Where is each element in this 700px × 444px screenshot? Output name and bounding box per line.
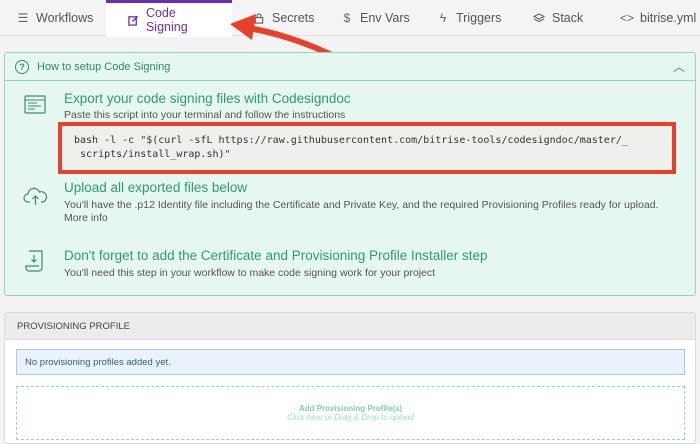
step-upload-desc: You'll have the .p12 Identity file inclu… — [64, 199, 658, 225]
setup-panel-title: How to setup Code Signing — [37, 60, 171, 73]
tab-code-signing[interactable]: Code Signing — [106, 0, 232, 37]
tab-label: Workflows — [36, 11, 94, 25]
install-script-codebox[interactable]: bash -l -c "$(curl -sfL https://raw.gith… — [58, 122, 676, 174]
provisioning-profile-dropzone[interactable]: Add Provisioning Profile(s) Click here o… — [16, 386, 685, 440]
dropzone-title: Add Provisioning Profile(s) — [298, 404, 403, 413]
dropzone-subtitle: Click here or Drag & Drop to upload — [287, 413, 414, 422]
terminal-icon — [24, 95, 46, 114]
step-export-desc: Paste this script into your terminal and… — [64, 109, 346, 121]
step-export-title: Export your code signing files with Code… — [64, 91, 351, 106]
tab-stack[interactable]: Stack — [532, 0, 583, 36]
code-signing-setup-panel: ? How to setup Code Signing ︿ Export you… — [4, 52, 696, 296]
provisioning-profile-header: PROVISIONING PROFILE — [5, 313, 695, 340]
dollar-icon: $ — [343, 11, 351, 25]
step-upload-title: Upload all exported files below — [64, 180, 248, 195]
setup-panel-header[interactable]: ? How to setup Code Signing ︿ — [5, 53, 695, 81]
lightning-icon: ϟ — [439, 11, 447, 25]
chevron-up-icon[interactable]: ︿ — [673, 58, 685, 75]
tab-label: Code Signing — [145, 6, 188, 34]
step-upload-text: You'll have the .p12 Identity file inclu… — [64, 199, 659, 211]
more-info-link[interactable]: More info — [64, 212, 108, 224]
scroll-install-icon — [25, 250, 43, 272]
tab-triggers[interactable]: ϟ Triggers — [436, 0, 502, 36]
tab-bitrise-yml[interactable]: <> bitrise.yml — [620, 0, 696, 36]
tab-secrets[interactable]: Secrets — [252, 0, 314, 36]
tab-label: Triggers — [456, 11, 502, 25]
lock-icon — [252, 12, 266, 24]
help-icon: ? — [15, 59, 29, 74]
install-script[interactable]: bash -l -c "$(curl -sfL https://raw.gith… — [74, 134, 660, 162]
tab-bar: ☰ Workflows Code Signing Secrets $ Env V… — [0, 0, 700, 37]
layers-icon — [532, 12, 546, 24]
edit-icon — [128, 15, 140, 26]
list-icon: ☰ — [17, 11, 29, 25]
cloud-upload-icon — [23, 187, 48, 205]
tab-label: Stack — [552, 11, 584, 25]
tab-label: bitrise.yml — [640, 11, 697, 25]
tab-label: Secrets — [272, 11, 315, 25]
step-installer-desc: You'll need this step in your workflow t… — [64, 267, 436, 279]
tab-label: Env Vars — [360, 11, 410, 25]
no-profiles-notice: No provisioning profiles added yet. — [16, 349, 685, 375]
tab-env-vars[interactable]: $ Env Vars — [340, 0, 410, 36]
tab-workflows[interactable]: ☰ Workflows — [16, 0, 94, 36]
provisioning-profile-section: PROVISIONING PROFILE No provisioning pro… — [4, 312, 696, 444]
code-icon: <> — [620, 11, 635, 25]
step-installer-title: Don't forget to add the Certificate and … — [64, 248, 488, 263]
